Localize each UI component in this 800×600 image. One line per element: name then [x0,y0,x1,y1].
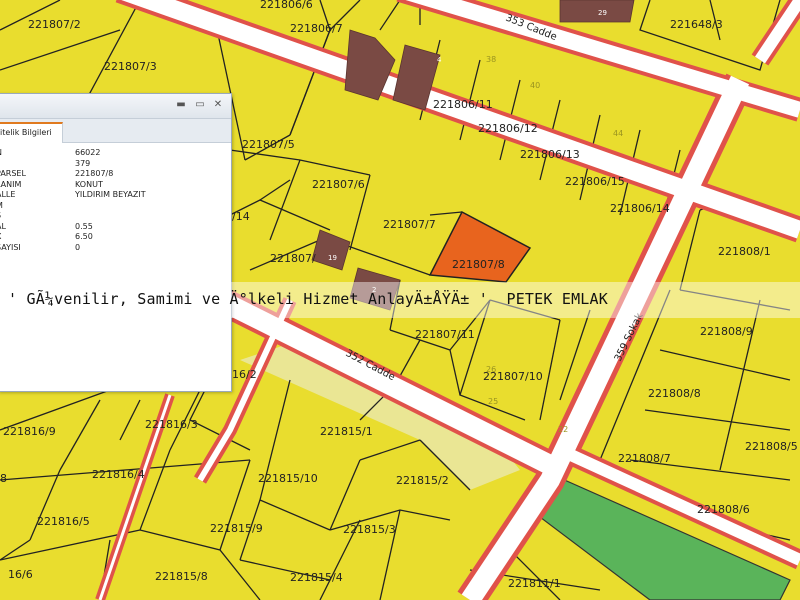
attribute-value: 66022 [75,148,101,157]
attribute-row: N 66022 [0,148,229,159]
building-number: 19 [328,254,337,262]
maximize-icon[interactable]: ▭ [194,99,206,111]
parcel-label: 221807/3 [104,60,157,73]
attribute-row: 379 [0,159,229,170]
attribute-key: M [0,201,3,212]
attribute-row: LANIM KONUT [0,180,229,191]
popup-tabbar: Nitelik Bilgileri [0,119,231,143]
parcel-label: 221816/4 [92,468,145,481]
parcel-label: 221808/8 [648,387,701,400]
attribute-value: 0.55 [75,221,93,231]
parcel-label: 221808/7 [618,452,671,465]
parcel-label: 221815/8 [155,570,208,583]
parcel-label: 221807/11 [415,328,475,341]
parcel-label: 16/6 [8,568,33,581]
attribute-key: ALLE [0,190,16,199]
attribute-row: X 6.50 [0,232,229,243]
parcel-label: 221807/6 [312,178,365,191]
attribute-key: X [0,232,1,243]
marquee-banner: ' GÃ¼venilir, Samimi ve Ä°lkeli Hizmet A… [0,282,800,318]
attribute-key: SAYISI [0,242,21,252]
building-number: 29 [598,9,607,17]
banner-text: ' GÃ¼venilir, Samimi ve Ä°lkeli Hizmet A… [8,290,608,308]
lot-number: 26 [486,365,496,374]
parcel-label: 221806/11 [433,98,493,111]
attribute-row: AL 0.55 [0,222,229,233]
parcel-label: 221815/3 [343,523,396,536]
parcel-label: 221806/15 [565,175,625,188]
attribute-row: PARSEL 221807/8 [0,169,229,180]
parcel-label: 221816/9 [3,425,56,438]
parcel-label: 221816/5 [37,515,90,528]
parcel-label: 221807/7 [383,218,436,231]
building-number: 4 [437,56,442,64]
popup-titlebar[interactable]: ▬ ▭ ✕ [0,94,231,119]
attribute-value: 379 [75,158,91,168]
attribute-key: LANIM [0,179,22,189]
attribute-key: AL [0,221,6,231]
parcel-label: 221815/2 [396,474,449,487]
parcel-label: 221806/12 [478,122,538,135]
parcel-label: 221648/3 [670,18,723,31]
parcel-label: 221806/6 [260,0,313,11]
parcel-label: 221808/6 [697,503,750,516]
parcel-label: 221815/4 [290,571,343,584]
parcel-label: 221807/8 [452,258,505,271]
attribute-key: S [0,211,1,222]
parcel-label: 221815/10 [258,472,318,485]
attribute-row: M [0,201,229,212]
parcel-label: 221806/14 [610,202,670,215]
attribute-row: S [0,211,229,222]
minimize-icon[interactable]: ▬ [175,99,187,111]
parcel-label: 221816/3 [145,418,198,431]
attribute-row: SAYISI 0 [0,243,229,254]
parcel-label: 221808/9 [700,325,753,338]
attribute-list: N 66022379 PARSEL 221807/8 LANIM KONUT ALLE YIL… [0,148,229,253]
lot-number: 22 [558,425,568,434]
lot-number: 40 [530,81,540,90]
lot-number: 38 [486,55,496,64]
parcel-label: 221806/13 [520,148,580,161]
parcel-label: 221806/7 [290,22,343,35]
attribute-value: KONUT [75,179,103,189]
attribute-key: N [0,148,2,159]
parcel-label: 221808/1 [718,245,771,258]
parcel-label: 8 [0,472,7,485]
attribute-key: PARSEL [0,169,26,178]
parcel-label: 221807/ [270,252,316,265]
attribute-value: YILDIRIM BEYAZIT [75,190,146,199]
lot-number: 44 [613,129,623,138]
attribute-value: 0 [75,242,81,252]
parcel-label: 221815/1 [320,425,373,438]
parcel-label: 221807/2 [28,18,81,31]
attribute-value: 221807/8 [75,169,114,178]
lot-number: 25 [488,397,498,406]
parcel-label: 221808/5 [745,440,798,453]
parcel-label: 221807/5 [242,138,295,151]
attribute-value: 6.50 [75,232,93,241]
parcel-label: 16/2 [232,368,257,381]
parcel-label: 221811/1 [508,577,561,590]
attribute-popup-window[interactable]: ▬ ▭ ✕ Nitelik Bilgileri N 66022379 PARSEL 2… [0,93,232,392]
parcel-label: 221815/9 [210,522,263,535]
tab-nitelik-bilgileri[interactable]: Nitelik Bilgileri [0,122,63,143]
close-icon[interactable]: ✕ [212,99,224,111]
attribute-row: ALLE YILDIRIM BEYAZIT [0,190,229,201]
